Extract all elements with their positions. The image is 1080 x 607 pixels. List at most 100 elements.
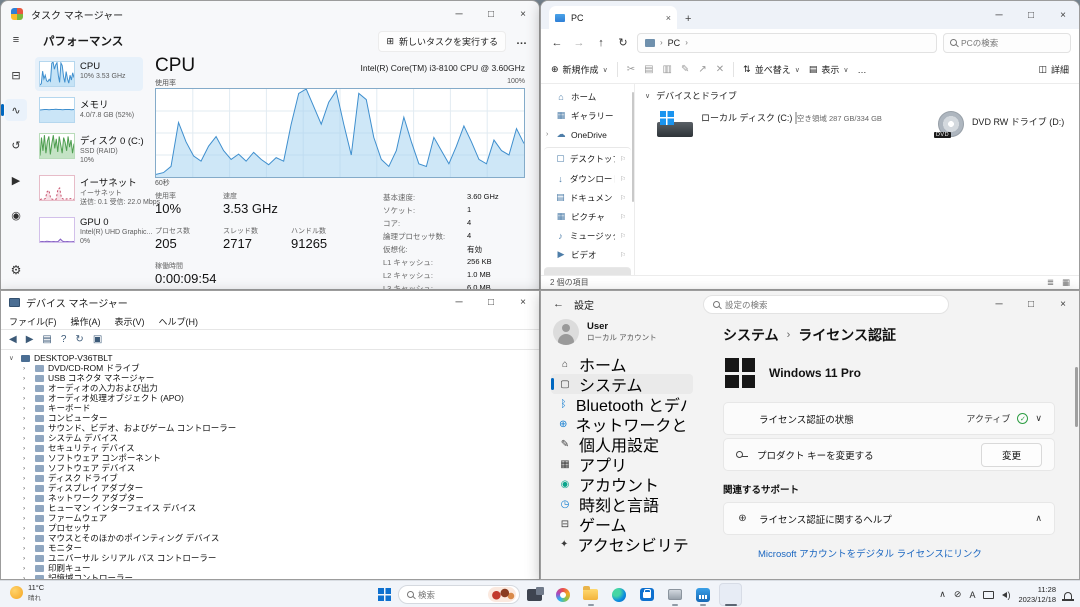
settings-nav-accounts[interactable]: ◉ アカウント: [551, 474, 693, 494]
sidebar-gallery[interactable]: ▦ ギャラリー: [544, 106, 631, 125]
weather-widget[interactable]: 11°C 晴れ: [10, 583, 44, 602]
explorer-tab-pc[interactable]: PC ×: [549, 6, 677, 29]
expander-icon[interactable]: ›: [23, 405, 31, 412]
expander-icon[interactable]: ›: [23, 455, 31, 462]
expander-icon[interactable]: ›: [546, 131, 548, 138]
new-tab-button[interactable]: +: [685, 13, 691, 25]
taskbar-search-input[interactable]: [418, 590, 484, 600]
expander-icon[interactable]: ›: [23, 545, 31, 552]
expander-icon[interactable]: ›: [23, 495, 31, 502]
explorer-tab-bar[interactable]: PC × + ─ □ ×: [541, 1, 1079, 29]
taskbar-app-store[interactable]: [635, 583, 658, 606]
dm-back-button[interactable]: ◀: [9, 334, 17, 345]
close-button[interactable]: ×: [507, 291, 539, 314]
sidebar-downloads[interactable]: ↓ ダウンロード ⚐: [544, 169, 631, 188]
expander-open-icon[interactable]: ∨: [9, 354, 17, 362]
toolbar-more-button[interactable]: …: [858, 65, 867, 75]
network-disconnected-icon[interactable]: ⊘: [954, 589, 962, 600]
back-button[interactable]: ←: [553, 298, 564, 310]
breadcrumb[interactable]: PC: [668, 38, 681, 48]
address-bar[interactable]: › PC ›: [637, 33, 937, 53]
sidebar-documents[interactable]: ▤ ドキュメント ⚐: [544, 188, 631, 207]
more-options-icon[interactable]: …: [516, 35, 527, 47]
chevron-up-icon[interactable]: ∧: [1035, 513, 1042, 524]
sidebar-pictures[interactable]: ▦ ピクチャ ⚐: [544, 207, 631, 226]
device-category-row[interactable]: › マウスとそのほかのポインティング デバイス: [7, 533, 539, 543]
sidebar-music[interactable]: ♪ ミュージック ⚐: [544, 226, 631, 245]
back-button[interactable]: ←: [549, 37, 565, 49]
devices-and-drives-section[interactable]: ∨ デバイスとドライブ: [645, 89, 1069, 102]
maximize-button[interactable]: □: [1015, 291, 1047, 317]
settings-titlebar[interactable]: ← 設定 ─ □ ×: [541, 291, 1079, 317]
dm-help-button[interactable]: ?: [61, 334, 67, 345]
settings-nav-network[interactable]: ⊕ ネットワークとインターネット: [551, 414, 693, 434]
expander-icon[interactable]: ›: [23, 415, 31, 422]
taskbar-app-file-explorer[interactable]: [579, 583, 602, 606]
taskbar-app-photos[interactable]: [551, 583, 574, 606]
share-button[interactable]: ↗: [698, 64, 706, 75]
cut-button[interactable]: ✂: [627, 64, 635, 75]
expander-icon[interactable]: ›: [23, 535, 31, 542]
expander-icon[interactable]: ›: [23, 445, 31, 452]
close-button[interactable]: ×: [1047, 1, 1079, 29]
device-category-row[interactable]: › 記憶域コントローラー: [7, 573, 539, 580]
gpu-card[interactable]: GPU 0 Intel(R) UHD Graphic... 0%: [35, 213, 143, 250]
sidebar-home[interactable]: ⌂ ホーム: [544, 87, 631, 106]
expander-icon[interactable]: ›: [23, 515, 31, 522]
close-button[interactable]: ×: [1047, 291, 1079, 317]
speaker-icon[interactable]: ): [1002, 590, 1010, 600]
minimize-button[interactable]: ─: [443, 1, 475, 27]
menu-file[interactable]: ファイル(F): [9, 315, 57, 328]
settings-search-box[interactable]: [703, 295, 949, 314]
expander-icon[interactable]: ›: [23, 465, 31, 472]
dm-forward-button[interactable]: ▶: [26, 334, 34, 345]
cpu-card[interactable]: CPU 10% 3.53 GHz: [35, 57, 143, 91]
start-button[interactable]: [378, 588, 391, 601]
tm-rail-startup-apps[interactable]: ▶: [5, 169, 27, 191]
scrollbar[interactable]: [1075, 367, 1078, 427]
maximize-button[interactable]: □: [475, 1, 507, 27]
activation-help-row[interactable]: ⊕ ライセンス認証に関するヘルプ ∧: [723, 502, 1055, 535]
hamburger-menu-icon[interactable]: ≡: [5, 29, 27, 51]
settings-nav-time-language[interactable]: ◷ 時刻と言語: [551, 494, 693, 514]
settings-nav-personalization[interactable]: ✎ 個人用設定: [551, 434, 693, 454]
sidebar-onedrive[interactable]: › ☁ OneDrive: [544, 125, 631, 144]
explorer-search-box[interactable]: [943, 33, 1071, 53]
menu-help[interactable]: ヘルプ(H): [159, 315, 199, 328]
list-view-toggle-icon[interactable]: ≣: [1047, 277, 1054, 288]
section-expander-icon[interactable]: ∨: [645, 92, 650, 100]
expander-icon[interactable]: ›: [23, 565, 31, 572]
display-cast-icon[interactable]: [983, 591, 994, 599]
user-account-row[interactable]: User ローカル アカウント: [551, 319, 693, 345]
icon-view-toggle-icon[interactable]: ▦: [1062, 277, 1070, 288]
tray-chevron-up-icon[interactable]: ∧: [939, 589, 946, 600]
task-manager-titlebar[interactable]: タスク マネージャー ─ □ ×: [1, 1, 539, 27]
taskbar-app-task-manager[interactable]: [691, 583, 714, 606]
search-input[interactable]: [961, 38, 1064, 48]
tm-rail-processes[interactable]: ⊟: [5, 64, 27, 86]
settings-search-input[interactable]: [725, 300, 939, 310]
forward-button[interactable]: →: [571, 37, 587, 49]
expander-icon[interactable]: ›: [23, 525, 31, 532]
expander-icon[interactable]: ›: [23, 385, 31, 392]
menu-action[interactable]: 操作(A): [71, 315, 101, 328]
dm-properties-button[interactable]: ▣: [93, 334, 102, 345]
close-button[interactable]: ×: [507, 1, 539, 27]
product-key-row[interactable]: プロダクト キーを変更する 変更: [723, 438, 1055, 471]
breadcrumb-parent[interactable]: システム: [723, 325, 779, 345]
dm-scan-button[interactable]: ↻: [75, 334, 83, 345]
dvd-drive-item[interactable]: DVD DVD RW ドライブ (D:): [938, 111, 1064, 137]
memory-card[interactable]: メモリ 4.0/7.8 GB (52%): [35, 93, 143, 127]
expander-icon[interactable]: ›: [23, 375, 31, 382]
expander-icon[interactable]: ›: [23, 395, 31, 402]
maximize-button[interactable]: □: [1015, 1, 1047, 29]
settings-nav-apps[interactable]: ▦ アプリ: [551, 454, 693, 474]
taskbar-search-box[interactable]: [398, 585, 520, 604]
link-ms-account[interactable]: Microsoft アカウントをデジタル ライセンスにリンク: [723, 538, 1055, 560]
settings-gear-icon[interactable]: ⚙: [5, 259, 27, 281]
chevron-down-icon[interactable]: ∨: [1035, 413, 1042, 424]
task-view-button[interactable]: [527, 589, 542, 601]
dm-list-button[interactable]: ▤: [42, 334, 51, 345]
maximize-button[interactable]: □: [475, 291, 507, 314]
delete-button[interactable]: ✕: [716, 64, 724, 75]
